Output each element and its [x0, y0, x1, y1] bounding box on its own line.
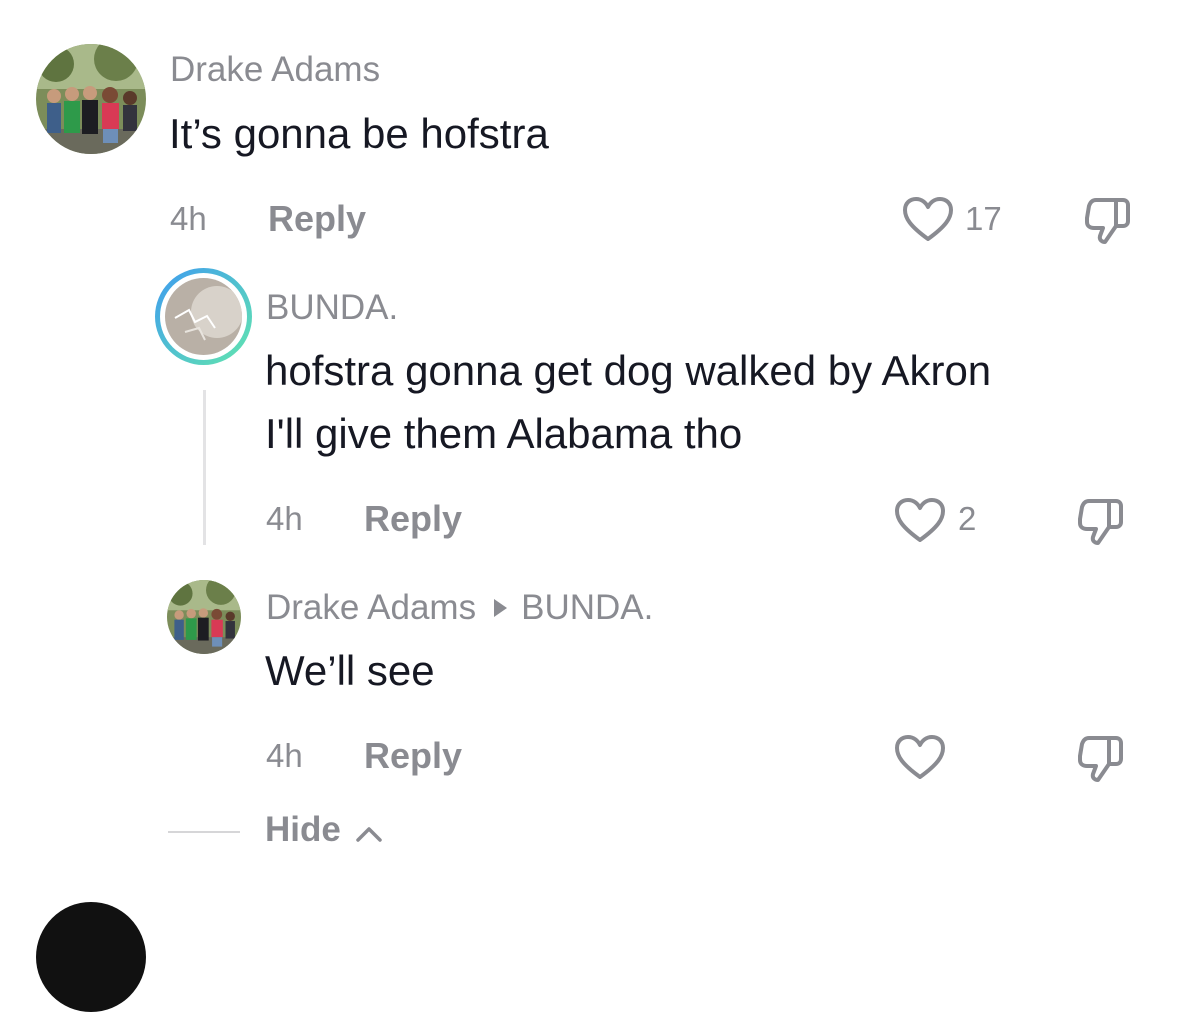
- comment-username[interactable]: Drake Adams: [170, 50, 380, 90]
- hide-button[interactable]: Hide: [265, 810, 383, 852]
- comment-text: It’s gonna be hofstra: [169, 110, 549, 157]
- reply-header: Drake Adams BUNDA.: [266, 588, 653, 628]
- comment-username[interactable]: Drake Adams: [266, 588, 476, 627]
- comment-timestamp: 4h: [266, 737, 303, 774]
- comment-timestamp: 4h: [266, 500, 303, 537]
- comment-text-line: hofstra gonna get dog walked by Akron: [265, 347, 992, 394]
- hide-label: Hide: [265, 810, 341, 849]
- avatar[interactable]: [36, 902, 146, 1012]
- avatar[interactable]: [165, 278, 242, 355]
- thumbs-down-icon[interactable]: [1076, 734, 1126, 782]
- avatar[interactable]: [36, 44, 146, 154]
- heart-icon[interactable]: [894, 734, 946, 780]
- avatar[interactable]: [167, 580, 241, 654]
- reply-button[interactable]: Reply: [364, 498, 462, 540]
- heart-icon[interactable]: [894, 497, 946, 543]
- comment-timestamp: 4h: [170, 200, 207, 237]
- comment-text-line: I'll give them Alabama tho: [265, 410, 743, 457]
- divider: [168, 831, 240, 833]
- like-count: 17: [965, 200, 1002, 237]
- reply-button[interactable]: Reply: [364, 735, 462, 777]
- chevron-up-icon: [355, 812, 383, 852]
- comment-username[interactable]: BUNDA.: [266, 288, 398, 328]
- reply-button[interactable]: Reply: [268, 198, 366, 240]
- heart-icon[interactable]: [902, 196, 954, 242]
- like-count: 2: [958, 500, 977, 537]
- thumbs-down-icon[interactable]: [1076, 497, 1126, 545]
- reply-arrow-icon: [494, 599, 508, 618]
- thread-line: [203, 390, 206, 545]
- reply-to-username[interactable]: BUNDA.: [521, 588, 653, 627]
- comment-text: We’ll see: [265, 647, 435, 694]
- thumbs-down-icon[interactable]: [1083, 196, 1133, 244]
